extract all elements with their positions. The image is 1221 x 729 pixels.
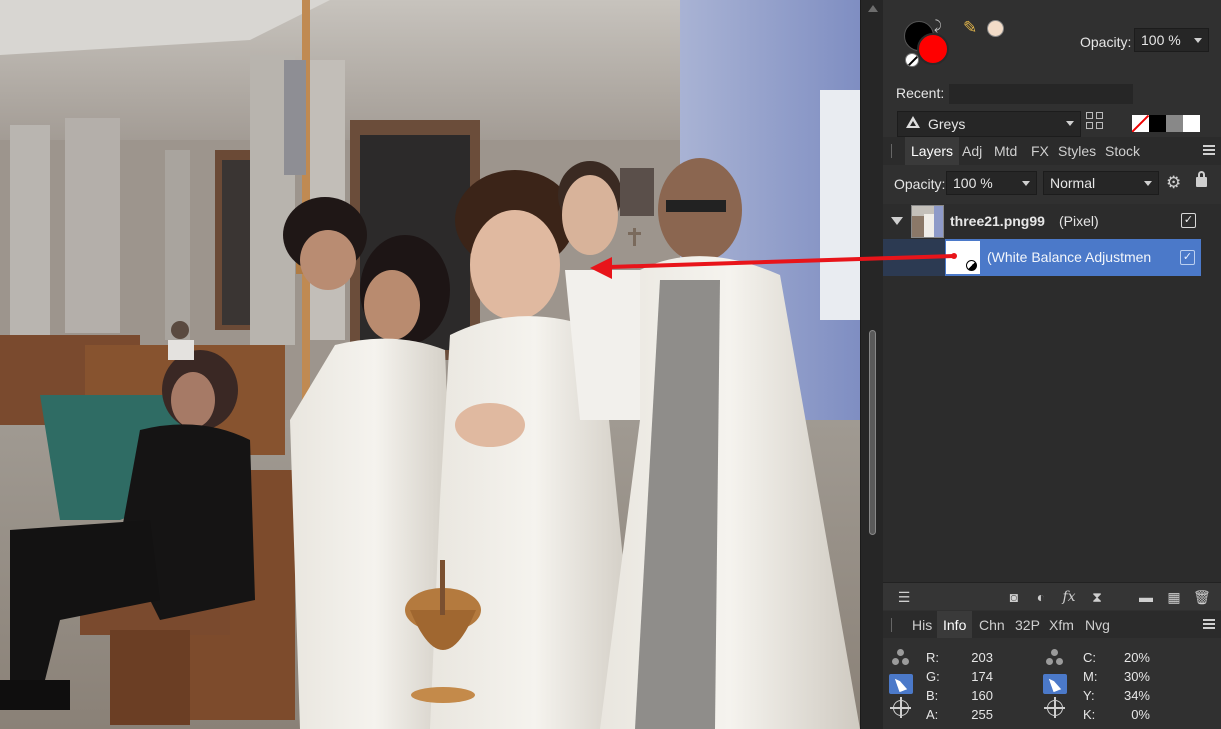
transparent-swatch[interactable] (1132, 115, 1149, 132)
info-r-label: R: (926, 650, 939, 665)
info-a-value: 255 (971, 707, 993, 722)
pointer-picker-icon[interactable] (889, 674, 913, 694)
recent-label: Recent: (896, 85, 945, 101)
tab-info[interactable]: Info (937, 611, 973, 639)
tab-mtd[interactable]: Mtd (988, 137, 1023, 165)
layers-tabbar: Layers Adj Mtd FX Styles Stock (883, 137, 1221, 165)
cmyk-mode-icon[interactable] (1046, 649, 1064, 667)
chevron-down-icon (1066, 121, 1074, 126)
hourglass-icon[interactable]: ⧗ (1089, 589, 1105, 605)
target-icon[interactable] (1044, 697, 1065, 718)
trash-icon[interactable]: 🗑 (1193, 589, 1211, 605)
info-y-label: Y: (1083, 688, 1095, 703)
adjustment-icon[interactable]: ◐ (1033, 589, 1049, 605)
info-panel: R: 203 G: 174 B: 160 A: 255 C: 20% M: 30… (883, 638, 1221, 729)
layer-thumbnail (911, 205, 944, 238)
tab-stock[interactable]: Stock (1099, 137, 1146, 165)
chevron-down-icon (1144, 181, 1152, 186)
picked-color-swatch[interactable] (987, 20, 1004, 37)
layer-name: (White Balance Adjustmen (987, 249, 1152, 265)
tab-32p[interactable]: 32P (1009, 611, 1046, 639)
layer-opacity-dropdown[interactable]: 100 % (946, 171, 1037, 195)
tab-styles[interactable]: Styles (1052, 137, 1102, 165)
grey-swatch[interactable] (1166, 115, 1183, 132)
gear-icon[interactable]: ⚙ (1166, 173, 1181, 193)
layer-visibility-checkbox[interactable]: ✓ (1181, 213, 1196, 228)
info-g-label: G: (926, 669, 940, 684)
white-swatch[interactable] (1183, 115, 1200, 132)
color-opacity-value: 100 % (1141, 32, 1181, 48)
info-c-label: C: (1083, 650, 1096, 665)
black-swatch[interactable] (1149, 115, 1166, 132)
folder-icon[interactable]: ▬ (1138, 589, 1154, 605)
layer-name: three21.png99 (950, 213, 1045, 229)
panel-menu-icon[interactable] (1203, 145, 1215, 157)
background-color-swatch[interactable] (917, 33, 949, 65)
target-icon[interactable] (890, 697, 911, 718)
tab-fx[interactable]: FX (1025, 137, 1055, 165)
tab-layers[interactable]: Layers (905, 137, 960, 165)
layer-visibility-checkbox[interactable]: ✓ (1180, 250, 1195, 265)
canvas-vertical-scrollbar[interactable] (860, 0, 883, 729)
photo-church-scene (0, 0, 860, 729)
info-k-value: 0% (1131, 707, 1150, 722)
info-m-value: 30% (1123, 669, 1150, 684)
swap-colors-icon[interactable]: ⤸ (934, 18, 942, 34)
layers-stack-icon[interactable]: ☰ (893, 589, 915, 605)
info-b-value: 160 (971, 688, 993, 703)
recent-colors-bar[interactable] (949, 84, 1133, 104)
document-canvas[interactable] (0, 0, 860, 729)
info-b-label: B: (926, 688, 939, 703)
opacity-label: Opacity: (1080, 34, 1132, 50)
color-panel: ⤸ ✎ Opacity: 100 % (883, 0, 1221, 80)
info-r-value: 203 (971, 650, 993, 665)
pointer-picker-icon[interactable] (1043, 674, 1067, 694)
annotation-arrow (860, 253, 957, 261)
tab-adj[interactable]: Adj (956, 137, 988, 165)
studio-panel: ⤸ ✎ Opacity: 100 % Recent: Greys Layers … (883, 0, 1221, 729)
palette-options-icon[interactable] (1086, 112, 1106, 132)
lock-icon[interactable] (1196, 171, 1207, 187)
blend-mode-value: Normal (1050, 175, 1096, 191)
no-color-icon[interactable] (905, 53, 919, 67)
rgb-mode-icon[interactable] (892, 649, 910, 667)
color-opacity-dropdown[interactable]: 100 % (1134, 28, 1209, 52)
expand-caret-icon[interactable] (891, 217, 903, 225)
scroll-up-icon[interactable] (868, 5, 878, 12)
tab-navigator[interactable]: Nvg (1079, 611, 1116, 639)
tab-separator (891, 144, 892, 158)
panel-menu-icon[interactable] (1203, 619, 1215, 631)
layer-opacity-value: 100 % (953, 175, 993, 191)
blend-mode-dropdown[interactable]: Normal (1043, 171, 1159, 195)
info-m-label: M: (1083, 669, 1098, 684)
palette-name: Greys (928, 116, 966, 132)
chevron-down-icon (1194, 38, 1202, 43)
layer-thumbnail-image (912, 206, 943, 237)
info-k-label: K: (1083, 707, 1096, 722)
tab-channels[interactable]: Chn (973, 611, 1011, 639)
info-g-value: 174 (971, 669, 993, 684)
palette-icon (906, 116, 920, 128)
tab-history[interactable]: His (906, 611, 938, 639)
info-y-value: 34% (1123, 688, 1150, 703)
checker-icon[interactable]: ▦ (1166, 589, 1182, 605)
chevron-down-icon (1022, 181, 1030, 186)
layers-toolbar: ☰ ◙ ◐ fx ⧗ ▬ ▦ 🗑 (883, 582, 1221, 610)
info-c-value: 20% (1123, 650, 1150, 665)
layer-type: (Pixel) (1059, 213, 1099, 229)
tab-separator (891, 618, 892, 632)
fx-icon[interactable]: fx (1061, 589, 1077, 605)
info-a-label: A: (926, 707, 939, 722)
palette-dropdown[interactable]: Greys (897, 111, 1081, 137)
layer-row-pixel[interactable]: three21.png99 (Pixel) ✓ (883, 204, 1201, 239)
mask-icon[interactable]: ◙ (1006, 589, 1022, 605)
tab-transform[interactable]: Xfm (1043, 611, 1080, 639)
scrollbar-thumb[interactable] (869, 330, 876, 535)
color-picker-icon[interactable]: ✎ (963, 18, 977, 38)
layer-opacity-label: Opacity: (894, 176, 946, 192)
info-tabbar: His Info Chn 32P Xfm Nvg (883, 611, 1221, 639)
